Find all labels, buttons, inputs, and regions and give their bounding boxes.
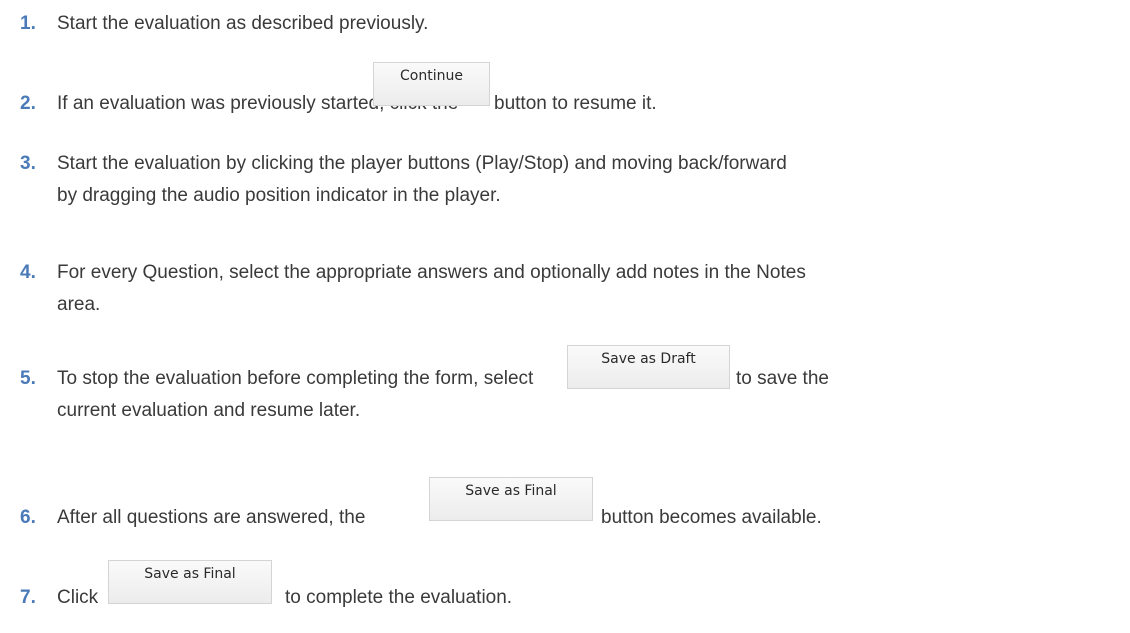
- step-number: 4.: [20, 262, 36, 283]
- step-number: 5.: [20, 368, 36, 389]
- step-text-after: button to resume it.: [494, 93, 657, 114]
- step-text-after: to complete the evaluation.: [285, 587, 513, 608]
- step-text: Start the evaluation by clicking the pla…: [57, 153, 787, 174]
- step-number: 3.: [20, 153, 36, 174]
- continue-button[interactable]: Continue: [373, 62, 490, 106]
- step-text: Start the evaluation as described previo…: [57, 13, 429, 34]
- step-number: 1.: [20, 13, 36, 34]
- step-text-continued: by dragging the audio position indicator…: [57, 185, 501, 206]
- instruction-steps: 1. Start the evaluation as described pre…: [0, 0, 1130, 633]
- step-text-continued: current evaluation and resume later.: [57, 400, 361, 421]
- step-text-after: button becomes available.: [601, 507, 822, 528]
- step-text: For every Question, select the appropria…: [57, 262, 806, 283]
- save-as-final-button[interactable]: Save as Final: [108, 560, 272, 604]
- step-number: 6.: [20, 507, 36, 528]
- step-text-after: to save the: [736, 368, 829, 389]
- save-as-draft-button[interactable]: Save as Draft: [567, 345, 730, 389]
- save-as-final-button[interactable]: Save as Final: [429, 477, 593, 521]
- step-number: 7.: [20, 587, 36, 608]
- step-text-continued: area.: [57, 294, 101, 315]
- step-number: 2.: [20, 93, 36, 114]
